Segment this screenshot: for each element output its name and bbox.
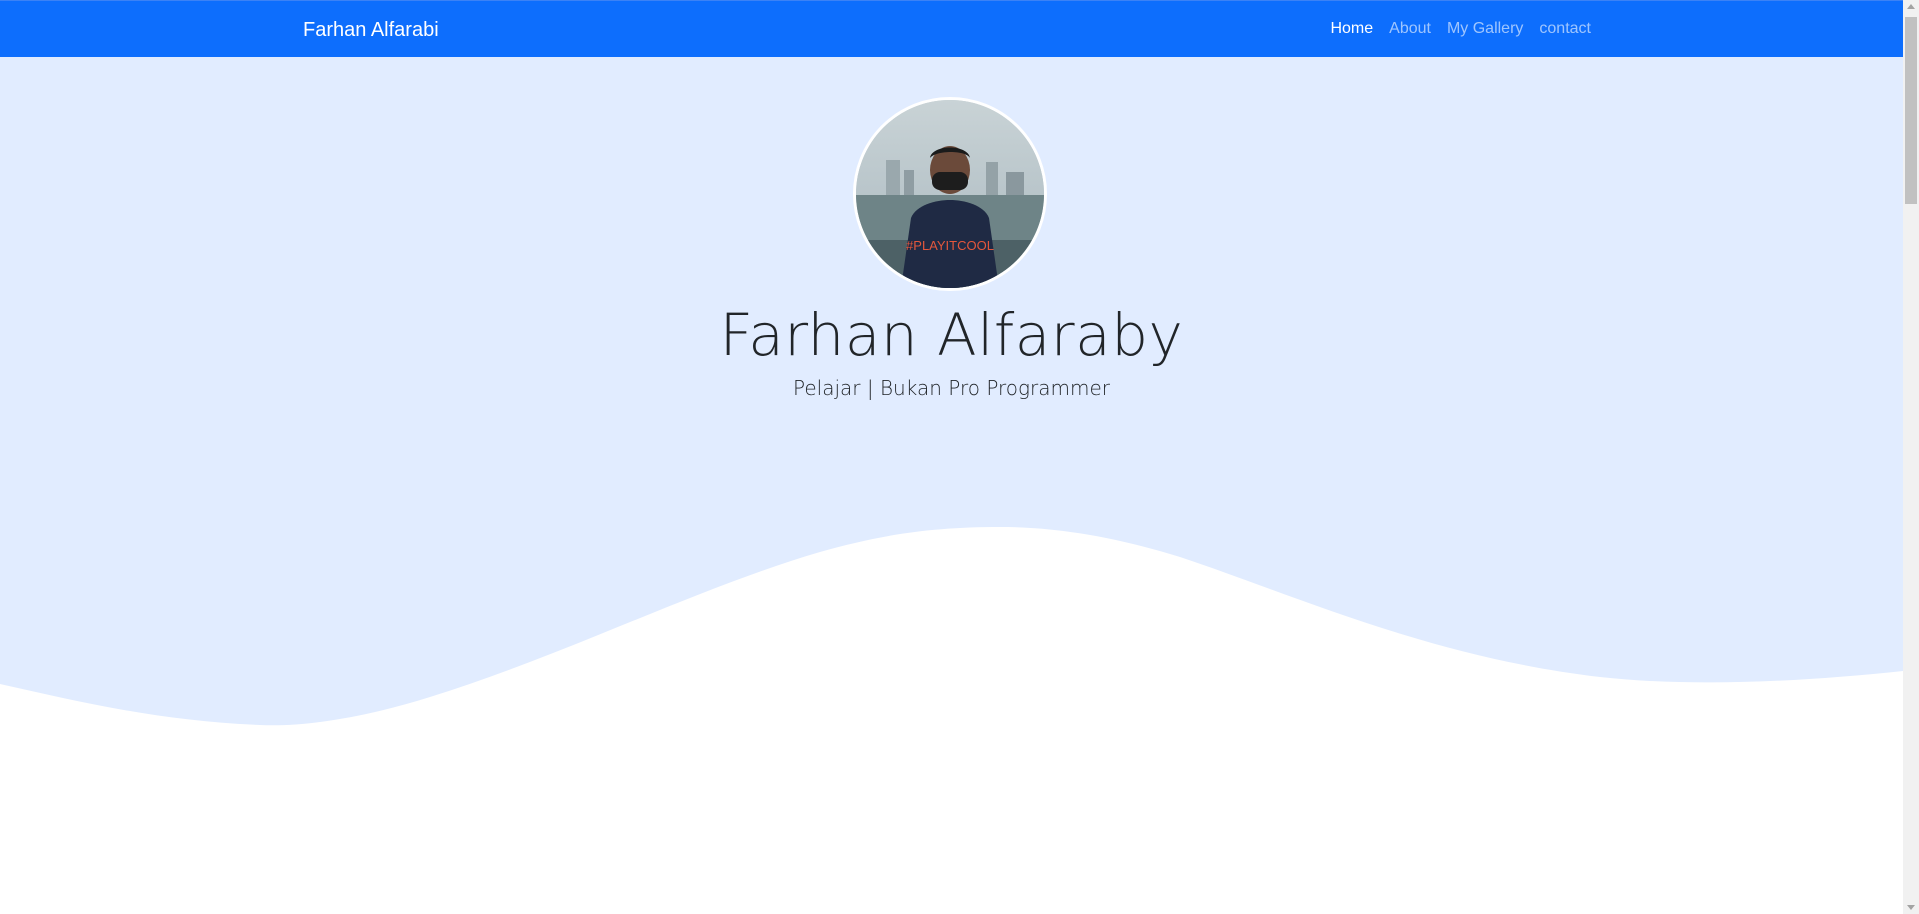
page: Farhan Alfarabi Home About My Gallery co… — [0, 0, 1919, 914]
scroll-up-arrow-icon[interactable] — [1907, 4, 1915, 9]
navbar: Farhan Alfarabi Home About My Gallery co… — [0, 0, 1903, 57]
nav-menu: Home About My Gallery contact — [1330, 20, 1591, 38]
scroll-down-arrow-icon[interactable] — [1907, 905, 1915, 910]
shirt-text: #PLAYITCOOL — [906, 238, 994, 253]
vertical-scrollbar[interactable] — [1903, 0, 1919, 914]
nav-item-gallery[interactable]: My Gallery — [1447, 20, 1523, 38]
profile-avatar: #PLAYITCOOL — [853, 97, 1047, 291]
nav-item-home[interactable]: Home — [1330, 20, 1373, 38]
scrollbar-thumb[interactable] — [1905, 17, 1917, 204]
hero-section: #PLAYITCOOL Farhan Alfaraby Pelajar | Bu… — [0, 57, 1903, 914]
navbar-brand[interactable]: Farhan Alfarabi — [303, 19, 439, 42]
hero-subtitle: Pelajar | Bukan Pro Programmer — [792, 376, 1111, 400]
nav-item-contact[interactable]: contact — [1539, 20, 1591, 38]
nav-item-about[interactable]: About — [1389, 20, 1431, 38]
hero-title: Farhan Alfaraby — [719, 301, 1184, 369]
